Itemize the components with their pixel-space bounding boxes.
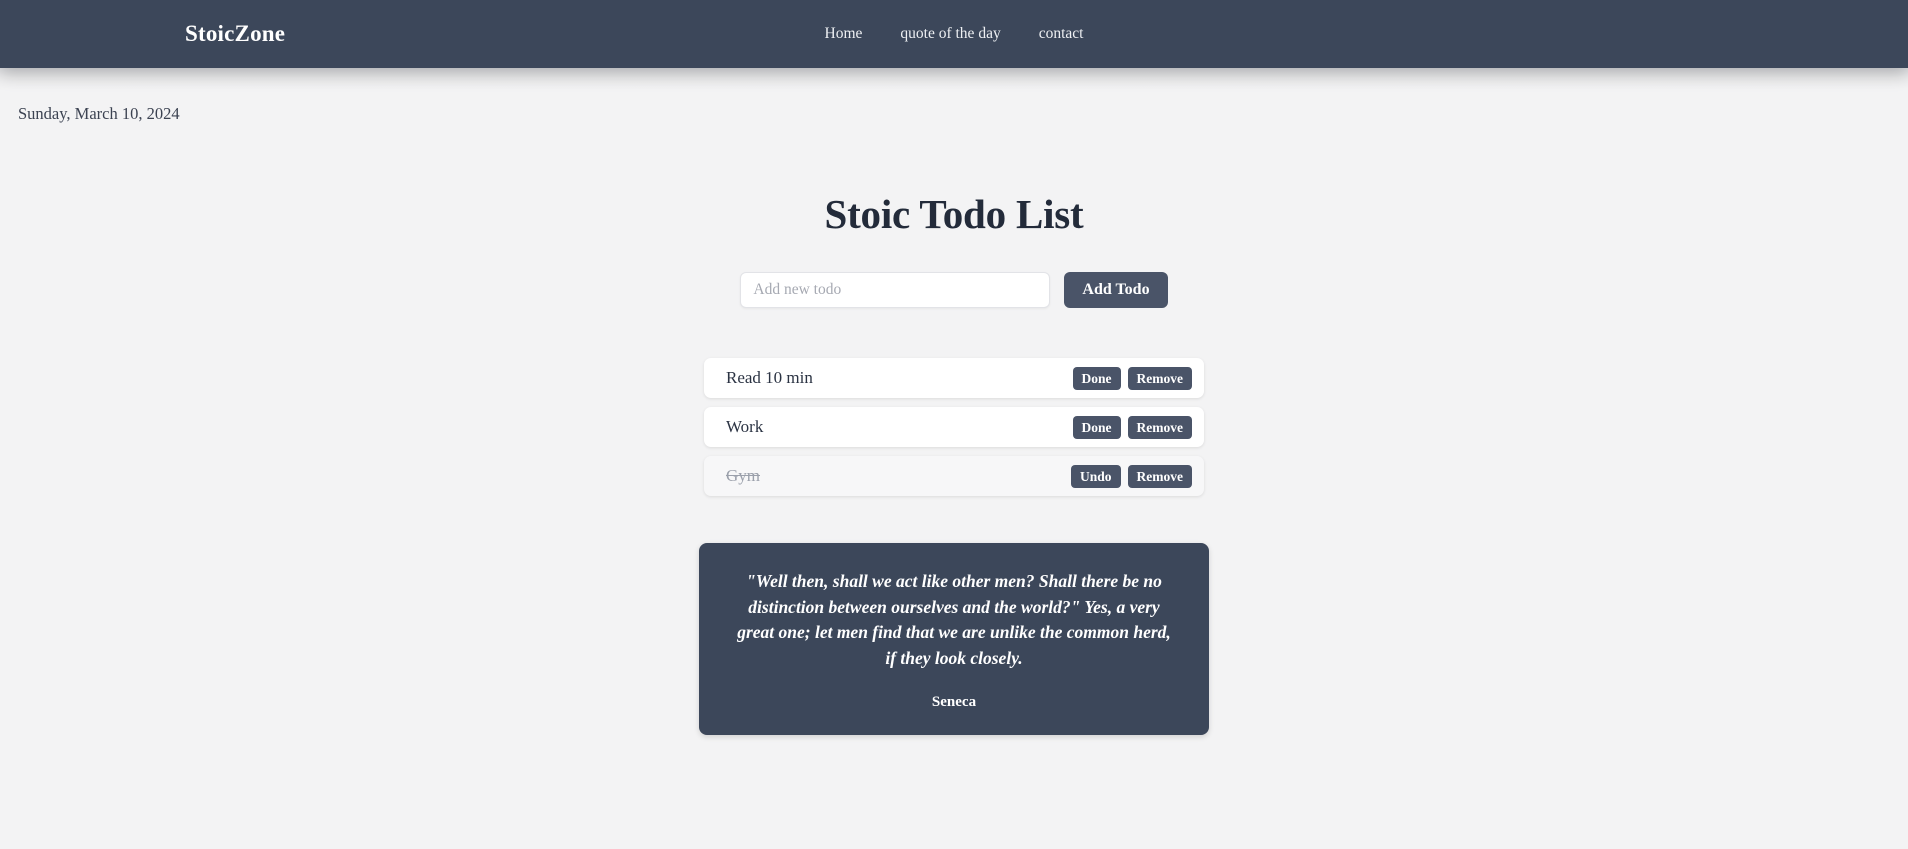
todo-toggle-button[interactable]: Done <box>1072 366 1121 390</box>
nav-link-contact[interactable]: contact <box>1039 25 1084 43</box>
site-header: StoicZone Home quote of the day contact <box>0 0 1908 68</box>
quote-text: "Well then, shall we act like other men?… <box>737 571 1171 669</box>
quote-card: "Well then, shall we act like other men?… <box>699 543 1209 735</box>
todo-actions: Undo Remove <box>1071 464 1192 488</box>
current-date: Sunday, March 10, 2024 <box>18 104 180 123</box>
todo-actions: Done Remove <box>1072 415 1192 439</box>
todo-item: Work Done Remove <box>704 407 1204 447</box>
todo-text: Read 10 min <box>726 368 813 387</box>
todo-item-completed: Gym Undo Remove <box>704 456 1204 496</box>
add-todo-form: Add Todo <box>740 272 1168 308</box>
todo-text: Work <box>726 417 764 436</box>
todo-remove-button[interactable]: Remove <box>1127 366 1192 390</box>
todo-remove-button[interactable]: Remove <box>1127 464 1192 488</box>
todo-item: Read 10 min Done Remove <box>704 358 1204 398</box>
new-todo-input[interactable] <box>740 272 1051 308</box>
nav-link-home[interactable]: Home <box>825 25 863 43</box>
header-shadow-gradient <box>0 68 1908 90</box>
todo-text: Gym <box>726 466 760 485</box>
todo-toggle-button[interactable]: Done <box>1072 415 1121 439</box>
todo-undo-button[interactable]: Undo <box>1071 464 1121 488</box>
todo-remove-button[interactable]: Remove <box>1127 415 1192 439</box>
todo-actions: Done Remove <box>1072 366 1192 390</box>
brand-logo[interactable]: StoicZone <box>185 21 285 47</box>
page-title: Stoic Todo List <box>824 191 1084 237</box>
nav-link-quote-of-the-day[interactable]: quote of the day <box>900 25 1000 43</box>
main-navigation: Home quote of the day contact <box>0 25 1908 43</box>
todo-list: Read 10 min Done Remove Work Done Remove… <box>704 358 1204 496</box>
add-todo-button[interactable]: Add Todo <box>1064 272 1168 308</box>
main-content: Stoic Todo List Add Todo Read 10 min Don… <box>0 124 1908 735</box>
quote-author: Seneca <box>931 693 977 710</box>
